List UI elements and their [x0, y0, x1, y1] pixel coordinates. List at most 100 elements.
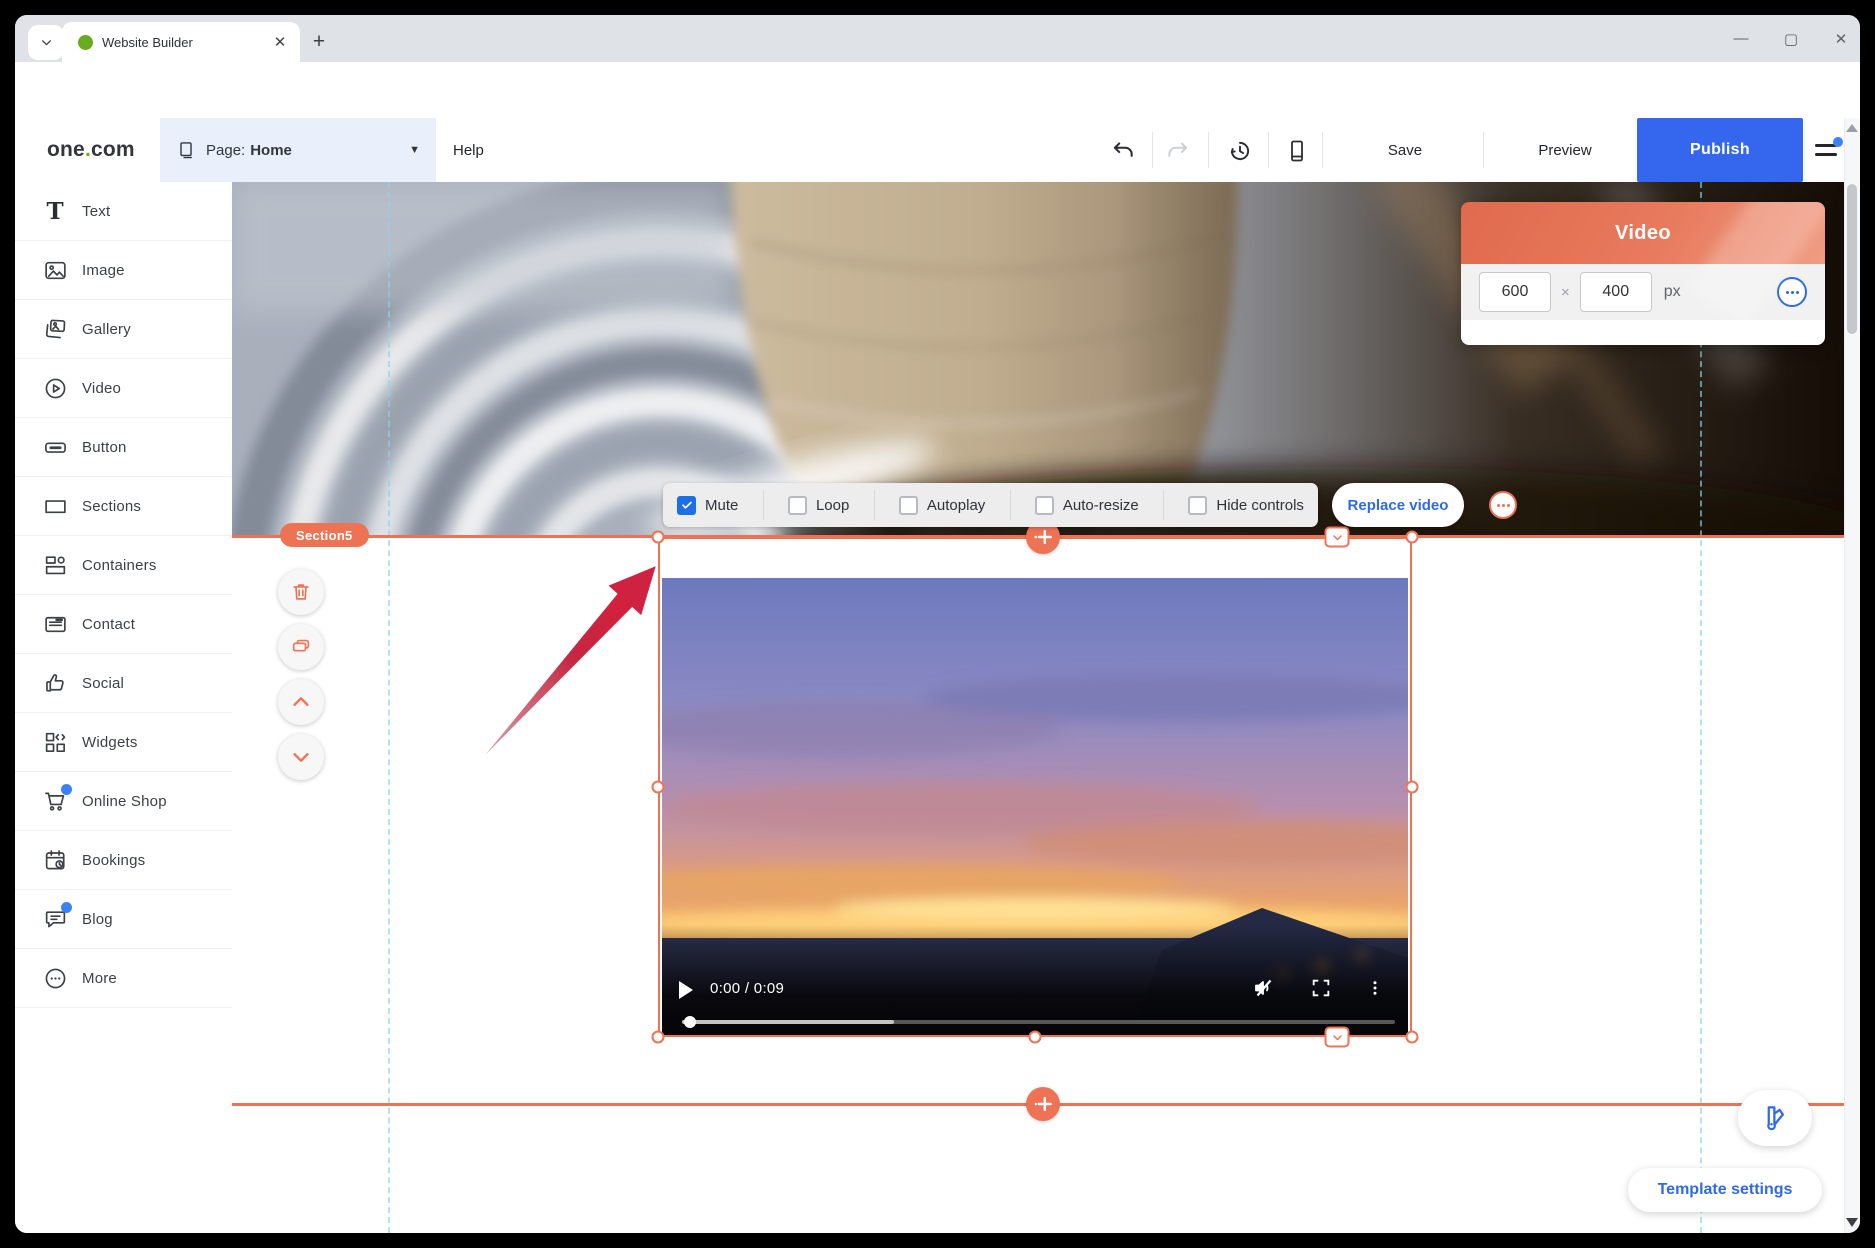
preview-button[interactable]: Preview: [1515, 118, 1615, 182]
more-options-icon[interactable]: [1489, 491, 1517, 519]
sidebar-item-more[interactable]: More: [15, 949, 232, 1008]
times-symbol: ×: [1561, 284, 1570, 301]
mute-checkbox[interactable]: [677, 496, 696, 515]
button-icon: [42, 434, 68, 460]
tab-close-icon[interactable]: ✕: [270, 33, 290, 51]
scroll-up-icon[interactable]: [1846, 124, 1858, 132]
browser-tab[interactable]: Website Builder ✕: [62, 22, 300, 62]
divider: [1152, 132, 1153, 168]
resize-handle[interactable]: [1406, 531, 1419, 544]
publish-button[interactable]: Publish: [1637, 118, 1803, 182]
sidebar-item-button[interactable]: Button: [15, 418, 232, 477]
width-input[interactable]: [1479, 272, 1551, 312]
move-down-button[interactable]: [278, 734, 324, 780]
duplicate-button[interactable]: [278, 624, 324, 670]
video-settings-panel: Video × px: [1461, 202, 1825, 345]
image-icon: [42, 257, 68, 283]
move-up-button[interactable]: [278, 679, 324, 725]
page-selector[interactable]: Page: Home ▼: [160, 118, 436, 182]
scrollbar-thumb[interactable]: [1847, 184, 1857, 334]
divider: [1163, 490, 1164, 520]
palette-swatch-icon: [1760, 1103, 1790, 1133]
auto-resize-checkbox[interactable]: [1035, 496, 1054, 515]
screenshot-root: Website Builder ✕ + — ▢ ✕: [0, 0, 1875, 1248]
sidebar-item-gallery[interactable]: Gallery: [15, 300, 232, 359]
save-button[interactable]: Save: [1355, 118, 1455, 182]
one-com-logo: one.com: [47, 138, 135, 162]
panel-footer: [1461, 320, 1825, 345]
browser-toolbar: [15, 62, 1860, 118]
collapse-section-handle[interactable]: [1325, 527, 1350, 548]
new-tab-button[interactable]: +: [304, 27, 334, 57]
containers-icon: [42, 552, 68, 578]
panel-more-options-icon[interactable]: [1777, 277, 1807, 307]
contact-icon: [42, 611, 68, 637]
mobile-preview-icon[interactable]: [1282, 136, 1312, 166]
sidebar-item-text[interactable]: T Text: [15, 182, 232, 241]
browser-window: Website Builder ✕ + — ▢ ✕: [15, 15, 1860, 1233]
template-style-button[interactable]: [1738, 1090, 1812, 1146]
sidebar-item-contact[interactable]: Contact: [15, 595, 232, 654]
video-icon: [42, 375, 68, 401]
template-settings-button[interactable]: Template settings: [1628, 1168, 1822, 1212]
page-label: Page:: [206, 142, 245, 159]
sidebar-item-online-shop[interactable]: Online Shop: [15, 772, 232, 831]
delete-button[interactable]: [278, 569, 324, 615]
divider: [874, 490, 875, 520]
scroll-down-icon[interactable]: [1846, 1218, 1858, 1227]
undo-icon[interactable]: [1108, 136, 1138, 166]
divider: [1208, 132, 1209, 168]
page-icon: [176, 140, 196, 160]
option-loop[interactable]: Loop: [788, 496, 849, 515]
sidebar-item-containers[interactable]: Containers: [15, 536, 232, 595]
autoplay-checkbox[interactable]: [899, 496, 918, 515]
option-hide-controls[interactable]: Hide controls: [1188, 496, 1304, 515]
widgets-icon: [42, 729, 68, 755]
resize-handle[interactable]: [652, 1031, 665, 1044]
sidebar-item-sections[interactable]: Sections: [15, 477, 232, 536]
resize-handle[interactable]: [652, 781, 665, 794]
sidebar-item-blog[interactable]: Blog: [15, 890, 232, 949]
resize-handle[interactable]: [1406, 781, 1419, 794]
option-auto-resize[interactable]: Auto-resize: [1035, 496, 1139, 515]
divider: [1483, 132, 1484, 168]
help-button[interactable]: Help: [453, 118, 484, 182]
unit-label: px: [1664, 283, 1681, 301]
loop-checkbox[interactable]: [788, 496, 807, 515]
replace-video-button[interactable]: Replace video: [1332, 483, 1464, 527]
widget-sidebar: T Text Image Gallery Video Button Sectio…: [15, 182, 233, 1233]
sidebar-item-social[interactable]: Social: [15, 654, 232, 713]
resize-handle[interactable]: [1029, 1031, 1042, 1044]
tab-search-chevron-icon[interactable]: [28, 25, 64, 60]
sidebar-item-widgets[interactable]: Widgets: [15, 713, 232, 772]
blog-icon: [42, 906, 68, 932]
hide-controls-checkbox[interactable]: [1188, 496, 1207, 515]
add-section-button[interactable]: [1026, 1087, 1060, 1121]
divider: [1268, 132, 1269, 168]
sidebar-item-bookings[interactable]: Bookings: [15, 831, 232, 890]
text-icon: T: [42, 198, 68, 224]
builder-header: one.com Page: Home ▼ Help Save Preview P…: [15, 118, 1860, 183]
close-icon[interactable]: ✕: [1830, 30, 1852, 48]
thumbs-up-icon: [42, 670, 68, 696]
minimize-icon[interactable]: —: [1730, 30, 1752, 47]
option-mute[interactable]: Mute: [677, 496, 738, 515]
panel-header[interactable]: Video: [1461, 202, 1825, 264]
history-icon[interactable]: [1225, 136, 1255, 166]
height-input[interactable]: [1580, 272, 1652, 312]
collapse-element-handle[interactable]: [1325, 1027, 1350, 1048]
divider: [763, 490, 764, 520]
scrollbar[interactable]: [1844, 118, 1860, 1233]
option-autoplay[interactable]: Autoplay: [899, 496, 985, 515]
maximize-icon[interactable]: ▢: [1780, 30, 1802, 48]
page-value: Home: [250, 142, 292, 159]
sidebar-item-image[interactable]: Image: [15, 241, 232, 300]
more-ellipsis-icon: [42, 965, 68, 991]
sidebar-item-video[interactable]: Video: [15, 359, 232, 418]
notification-dot: [1833, 137, 1843, 147]
resize-handle[interactable]: [652, 531, 665, 544]
builder-menu-icon[interactable]: [1813, 140, 1843, 162]
divider: [1010, 490, 1011, 520]
resize-handle[interactable]: [1406, 1031, 1419, 1044]
sections-icon: [42, 493, 68, 519]
